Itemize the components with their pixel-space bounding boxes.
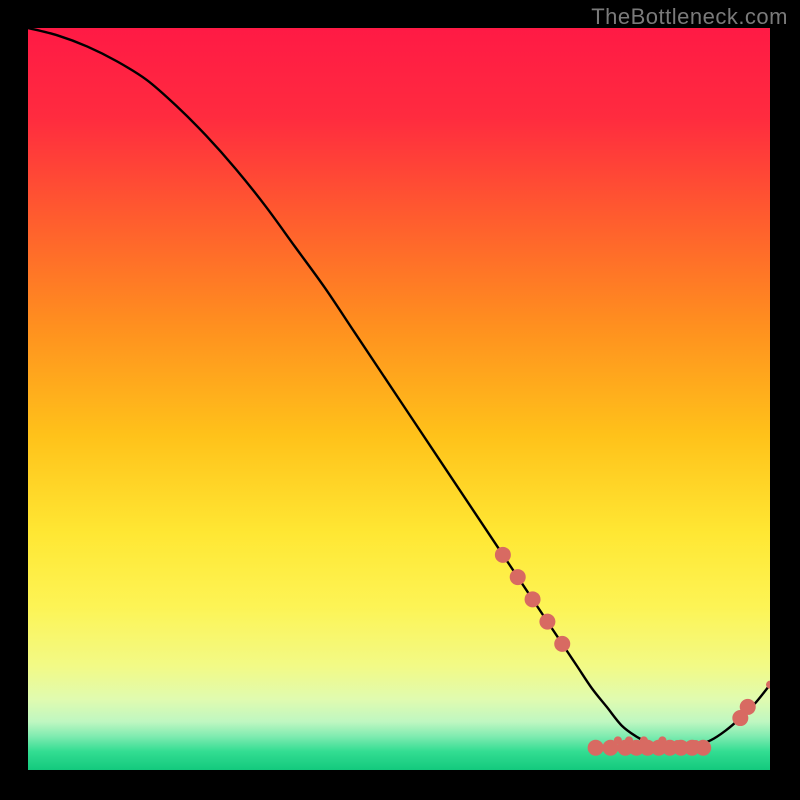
watermark-text: TheBottleneck.com xyxy=(591,4,788,30)
marker-dot xyxy=(614,736,622,744)
marker-dot xyxy=(495,547,511,563)
marker-dot xyxy=(588,740,604,756)
marker-dot xyxy=(510,569,526,585)
chart-svg xyxy=(28,28,770,770)
marker-dot xyxy=(539,614,555,630)
marker-dot xyxy=(673,740,681,748)
marker-dot xyxy=(640,736,648,744)
chart-frame: TheBottleneck.com xyxy=(0,0,800,800)
marker-dot xyxy=(658,736,666,744)
curve-line xyxy=(28,28,770,748)
marker-dot xyxy=(554,636,570,652)
marker-dot xyxy=(740,699,756,715)
marker-dot xyxy=(692,740,700,748)
marker-dot xyxy=(625,736,633,744)
marker-dot xyxy=(525,591,541,607)
markers-major xyxy=(495,547,756,756)
plot-area xyxy=(28,28,770,770)
